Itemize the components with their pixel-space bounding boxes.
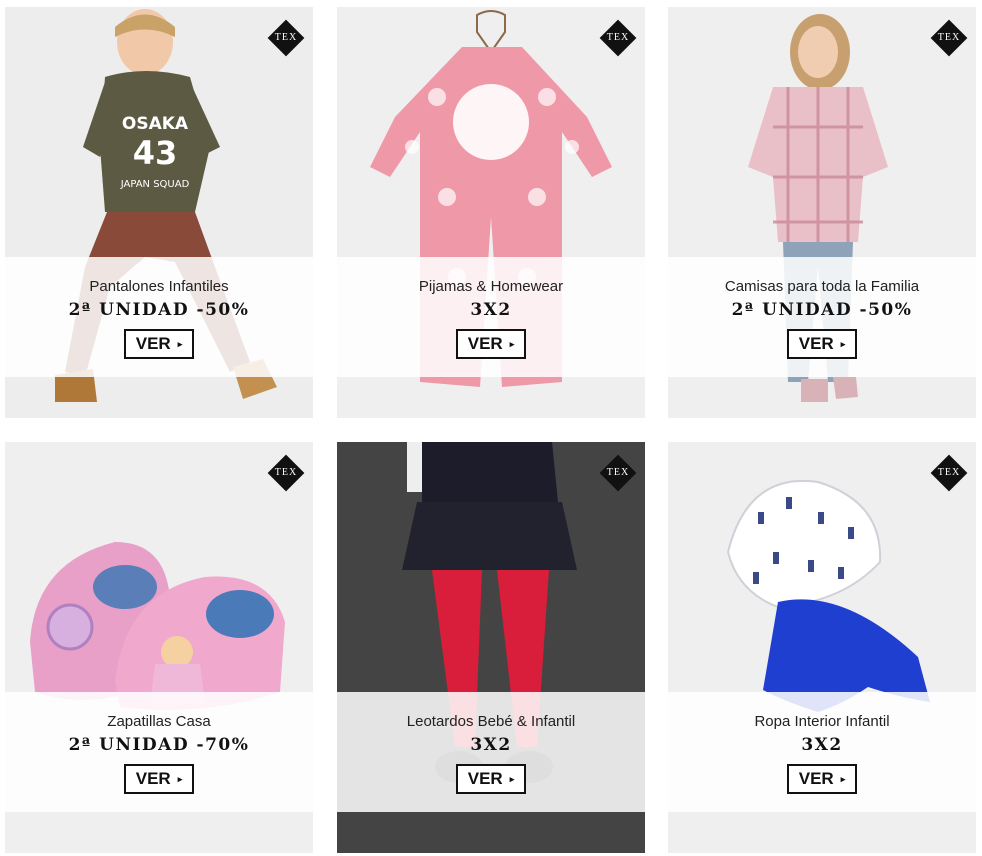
product-info-panel: Zapatillas Casa 2ª UNIDAD -70% VER ▸ bbox=[5, 692, 313, 812]
product-title: Leotardos Bebé & Infantil bbox=[406, 713, 576, 730]
product-info-panel: Pijamas & Homewear 3X2 VER ▸ bbox=[337, 257, 645, 377]
promo-label: 2ª UNIDAD -50% bbox=[731, 300, 913, 320]
tex-badge: TEX bbox=[267, 454, 305, 492]
shirt-print-line2: 43 bbox=[133, 134, 178, 172]
arrow-right-icon: ▸ bbox=[177, 339, 183, 349]
product-card-pantalones[interactable]: OSAKA 43 JAPAN SQUAD TEX Pantalones Infa… bbox=[5, 7, 313, 418]
tex-badge: TEX bbox=[930, 454, 968, 492]
shirt-print-line1: OSAKA bbox=[122, 114, 189, 134]
arrow-right-icon: ▸ bbox=[177, 774, 183, 784]
ver-button-label: VER bbox=[467, 769, 503, 788]
product-title: Pantalones Infantiles bbox=[89, 278, 229, 295]
product-info-panel: Leotardos Bebé & Infantil 3X2 VER ▸ bbox=[337, 692, 645, 812]
promo-label: 3X2 bbox=[801, 735, 843, 755]
arrow-right-icon: ▸ bbox=[840, 339, 846, 349]
ver-button-label: VER bbox=[135, 334, 171, 353]
product-title: Camisas para toda la Familia bbox=[724, 278, 920, 295]
tex-badge: TEX bbox=[599, 19, 637, 57]
ver-button[interactable]: VER ▸ bbox=[456, 764, 526, 794]
arrow-right-icon: ▸ bbox=[509, 774, 515, 784]
shirt-print-line3: JAPAN SQUAD bbox=[120, 179, 190, 190]
arrow-right-icon: ▸ bbox=[840, 774, 846, 784]
tex-badge: TEX bbox=[930, 19, 968, 57]
product-card-camisas[interactable]: TEX Camisas para toda la Familia 2ª UNID… bbox=[668, 7, 976, 418]
product-info-panel: Ropa Interior Infantil 3X2 VER ▸ bbox=[668, 692, 976, 812]
ver-button-label: VER bbox=[798, 334, 834, 353]
ver-button[interactable]: VER ▸ bbox=[456, 329, 526, 359]
ver-button[interactable]: VER ▸ bbox=[787, 329, 857, 359]
tex-badge: TEX bbox=[599, 454, 637, 492]
ver-button[interactable]: VER ▸ bbox=[787, 764, 857, 794]
ver-button-label: VER bbox=[135, 769, 171, 788]
promo-label: 2ª UNIDAD -70% bbox=[68, 735, 250, 755]
product-title: Ropa Interior Infantil bbox=[754, 713, 890, 730]
product-card-pijamas[interactable]: TEX Pijamas & Homewear 3X2 VER ▸ bbox=[337, 7, 645, 418]
product-card-leotardos[interactable]: TEX Leotardos Bebé & Infantil 3X2 VER ▸ bbox=[337, 442, 645, 853]
promo-label: 3X2 bbox=[470, 300, 512, 320]
ver-button-label: VER bbox=[467, 334, 503, 353]
tex-badge: TEX bbox=[267, 19, 305, 57]
ver-button[interactable]: VER ▸ bbox=[124, 764, 194, 794]
arrow-right-icon: ▸ bbox=[509, 339, 515, 349]
product-card-ropa-interior[interactable]: TEX Ropa Interior Infantil 3X2 VER ▸ bbox=[668, 442, 976, 853]
product-info-panel: Camisas para toda la Familia 2ª UNIDAD -… bbox=[668, 257, 976, 377]
product-info-panel: Pantalones Infantiles 2ª UNIDAD -50% VER… bbox=[5, 257, 313, 377]
product-card-zapatillas[interactable]: TEX Zapatillas Casa 2ª UNIDAD -70% VER ▸ bbox=[5, 442, 313, 853]
product-title: Zapatillas Casa bbox=[107, 713, 211, 730]
ver-button[interactable]: VER ▸ bbox=[124, 329, 194, 359]
promo-label: 2ª UNIDAD -50% bbox=[68, 300, 250, 320]
promo-label: 3X2 bbox=[470, 735, 512, 755]
ver-button-label: VER bbox=[798, 769, 834, 788]
product-title: Pijamas & Homewear bbox=[418, 278, 564, 295]
